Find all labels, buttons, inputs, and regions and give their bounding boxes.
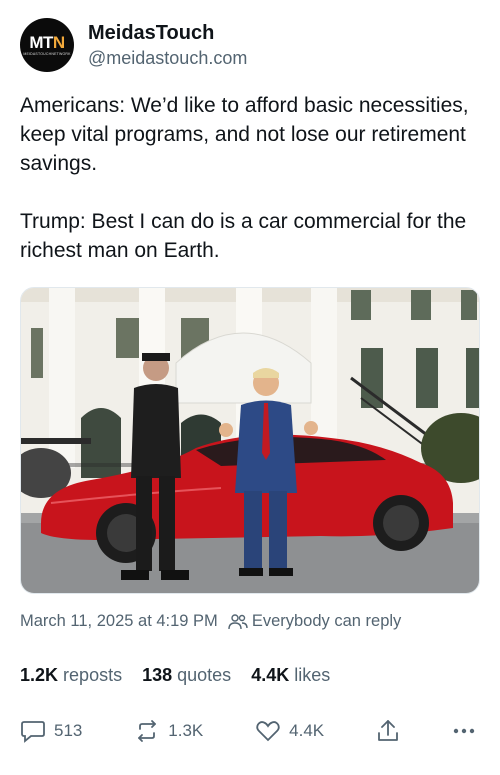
author-info: MeidasTouch @meidastouch.com <box>88 20 247 70</box>
repost-icon <box>138 720 157 742</box>
reply-icon <box>21 721 45 743</box>
post-meta: March 11, 2025 at 4:19 PM Everybody can … <box>20 612 401 631</box>
share-icon <box>378 720 398 741</box>
repost-count: 1.3K <box>168 721 204 740</box>
photo-illustration <box>21 288 479 593</box>
reposts-stat[interactable]: 1.2K reposts <box>20 665 122 686</box>
share-button[interactable] <box>376 718 400 744</box>
like-button[interactable]: 4.4K <box>255 719 324 743</box>
post-text: Americans: We’d like to afford basic nec… <box>20 94 469 262</box>
like-count: 4.4K <box>289 721 325 740</box>
engagement-stats: 1.2K reposts 138 quotes 4.4K likes <box>20 665 330 686</box>
post-header: MTN MEIDASTOUCHNETWORK MeidasTouch @meid… <box>20 18 247 72</box>
more-button[interactable] <box>452 727 476 735</box>
avatar-logo: MTN <box>29 33 65 52</box>
post-date[interactable]: March 11, 2025 at 4:19 PM <box>20 612 218 631</box>
reply-count: 513 <box>54 721 83 740</box>
avatar[interactable]: MTN MEIDASTOUCHNETWORK <box>20 18 74 72</box>
post-image[interactable] <box>20 287 480 594</box>
avatar-subtext: MEIDASTOUCHNETWORK <box>23 52 71 56</box>
reply-button[interactable]: 513 <box>20 719 82 743</box>
quotes-stat[interactable]: 138 quotes <box>142 665 231 686</box>
more-icon <box>453 728 475 734</box>
handle[interactable]: @meidastouch.com <box>88 46 247 70</box>
action-bar: 513 1.3K 4.4K <box>20 718 476 744</box>
repost-button[interactable]: 1.3K <box>134 719 203 743</box>
likes-stat[interactable]: 4.4K likes <box>251 665 330 686</box>
people-icon <box>228 613 248 631</box>
heart-icon <box>256 721 280 742</box>
display-name[interactable]: MeidasTouch <box>88 20 247 46</box>
reply-setting: Everybody can reply <box>251 612 402 630</box>
